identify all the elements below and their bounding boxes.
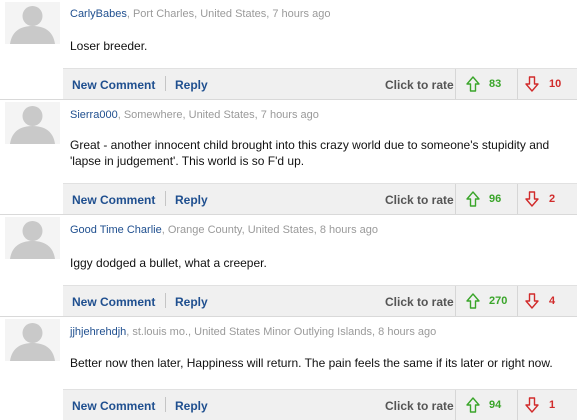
rating-divider bbox=[517, 184, 518, 214]
new-comment-link[interactable]: New Comment bbox=[72, 399, 155, 413]
comment-item: Sierra000, Somewhere, United States, 7 h… bbox=[0, 100, 577, 215]
author-name-link[interactable]: Sierra000 bbox=[70, 109, 118, 121]
arrow-down-icon[interactable] bbox=[525, 76, 539, 92]
reply-link[interactable]: Reply bbox=[175, 295, 208, 309]
arrow-down-icon[interactable] bbox=[525, 293, 539, 309]
comment-item: jjhjehrehdjh, st.louis mo., United State… bbox=[0, 317, 577, 420]
arrow-up-icon[interactable] bbox=[466, 293, 480, 309]
action-divider bbox=[165, 293, 166, 308]
rating-divider bbox=[517, 69, 518, 99]
comment-item: CarlyBabes, Port Charles, United States,… bbox=[0, 0, 577, 100]
comment-text: Great - another innocent child brought i… bbox=[70, 138, 550, 168]
upvote-count: 83 bbox=[489, 78, 502, 90]
comment-action-bar: New Comment Reply Click to rate 94 1 bbox=[63, 389, 577, 420]
author-name-link[interactable]: Good Time Charlie bbox=[70, 224, 162, 236]
arrow-up-icon[interactable] bbox=[466, 397, 480, 413]
action-divider bbox=[165, 76, 166, 91]
comment-text: Loser breeder. bbox=[70, 39, 148, 53]
rating-divider bbox=[517, 286, 518, 316]
downvote-count: 2 bbox=[549, 193, 556, 205]
comment-action-bar: New Comment Reply Click to rate 270 4 bbox=[63, 285, 577, 316]
comment-action-bar: New Comment Reply Click to rate 96 2 bbox=[63, 183, 577, 214]
action-divider bbox=[165, 191, 166, 206]
click-to-rate-label: Click to rate bbox=[385, 399, 454, 413]
comment-text: Iggy dodged a bullet, what a creeper. bbox=[70, 256, 267, 270]
new-comment-link[interactable]: New Comment bbox=[72, 78, 155, 92]
author-name-link[interactable]: jjhjehrehdjh bbox=[70, 326, 126, 338]
comment-meta: , Somewhere, United States, 7 hours ago bbox=[117, 109, 319, 121]
comment-meta: , Orange County, United States, 8 hours … bbox=[161, 224, 378, 236]
comment-text: Better now then later, Happiness will re… bbox=[70, 356, 553, 370]
rating-divider bbox=[517, 390, 518, 420]
rating-divider bbox=[455, 69, 456, 99]
comment-header: Good Time Charlie, Orange County, United… bbox=[70, 224, 378, 236]
reply-link[interactable]: Reply bbox=[175, 193, 208, 207]
comment-meta: , st.louis mo., United States Minor Outl… bbox=[126, 326, 437, 338]
comment-meta: , Port Charles, United States, 7 hours a… bbox=[126, 8, 331, 20]
downvote-count: 1 bbox=[549, 399, 556, 411]
rating-divider bbox=[455, 390, 456, 420]
arrow-down-icon[interactable] bbox=[525, 397, 539, 413]
arrow-up-icon[interactable] bbox=[466, 76, 480, 92]
new-comment-link[interactable]: New Comment bbox=[72, 193, 155, 207]
comment-header: jjhjehrehdjh, st.louis mo., United State… bbox=[70, 326, 436, 338]
comment-header: CarlyBabes, Port Charles, United States,… bbox=[70, 8, 330, 20]
downvote-count: 10 bbox=[549, 78, 562, 90]
avatar-icon bbox=[5, 2, 60, 44]
avatar-icon bbox=[5, 102, 60, 144]
click-to-rate-label: Click to rate bbox=[385, 295, 454, 309]
click-to-rate-label: Click to rate bbox=[385, 193, 454, 207]
new-comment-link[interactable]: New Comment bbox=[72, 295, 155, 309]
comment-action-bar: New Comment Reply Click to rate 83 10 bbox=[63, 68, 577, 99]
author-name-link[interactable]: CarlyBabes bbox=[70, 8, 127, 20]
rating-divider bbox=[455, 184, 456, 214]
avatar-icon bbox=[5, 319, 60, 361]
arrow-up-icon[interactable] bbox=[466, 191, 480, 207]
downvote-count: 4 bbox=[549, 295, 556, 307]
click-to-rate-label: Click to rate bbox=[385, 78, 454, 92]
reply-link[interactable]: Reply bbox=[175, 399, 208, 413]
upvote-count: 96 bbox=[489, 193, 502, 205]
upvote-count: 94 bbox=[489, 399, 502, 411]
avatar-icon bbox=[5, 217, 60, 259]
action-divider bbox=[165, 397, 166, 412]
rating-divider bbox=[455, 286, 456, 316]
comment-header: Sierra000, Somewhere, United States, 7 h… bbox=[70, 109, 319, 121]
arrow-down-icon[interactable] bbox=[525, 191, 539, 207]
comment-item: Good Time Charlie, Orange County, United… bbox=[0, 215, 577, 317]
upvote-count: 270 bbox=[489, 295, 508, 307]
reply-link[interactable]: Reply bbox=[175, 78, 208, 92]
